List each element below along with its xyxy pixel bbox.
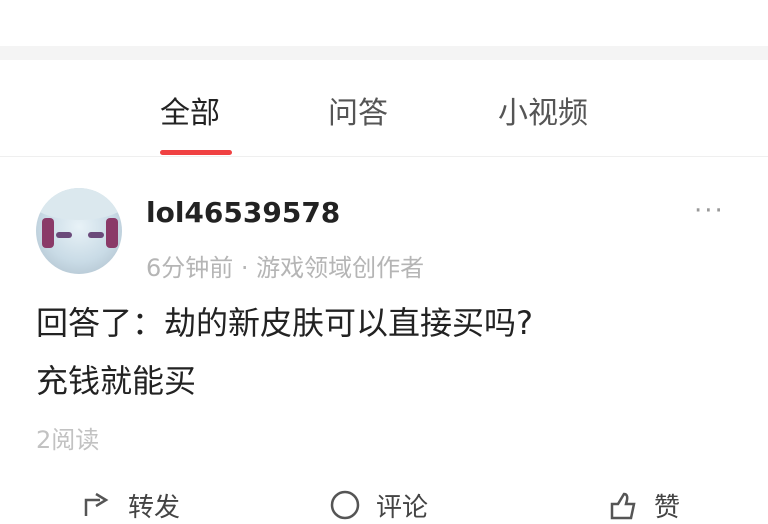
like-label: 赞 <box>654 492 681 523</box>
active-tab-indicator <box>160 150 232 155</box>
tab-short-video[interactable]: 小视频 <box>498 88 588 132</box>
username[interactable]: lol46539578 <box>146 196 340 229</box>
comment-label: 评论 <box>376 492 429 523</box>
post-meta: 6分钟前 · 游戏领域创作者 <box>146 254 425 282</box>
like-button[interactable]: 赞 <box>606 490 680 523</box>
answer-text[interactable]: 充钱就能买 <box>36 356 196 402</box>
section-divider <box>0 46 768 60</box>
share-icon <box>84 492 109 516</box>
comment-button[interactable]: 评论 <box>328 490 428 523</box>
share-label: 转发 <box>128 492 181 523</box>
comment-icon <box>330 490 360 520</box>
avatar[interactable] <box>36 188 122 274</box>
read-count: 2阅读 <box>36 426 100 454</box>
action-bar: 转发 评论 赞 <box>0 484 768 523</box>
answered-question[interactable]: 回答了：劫的新皮肤可以直接买吗? <box>36 298 533 344</box>
tab-qa[interactable]: 问答 <box>328 88 388 132</box>
like-icon <box>610 492 636 520</box>
tab-all[interactable]: 全部 <box>160 88 220 132</box>
tab-bar: 全部 问答 小视频 <box>0 60 768 157</box>
share-button[interactable]: 转发 <box>80 490 180 523</box>
top-strip <box>0 0 768 46</box>
more-options-icon[interactable]: ··· <box>694 196 725 226</box>
